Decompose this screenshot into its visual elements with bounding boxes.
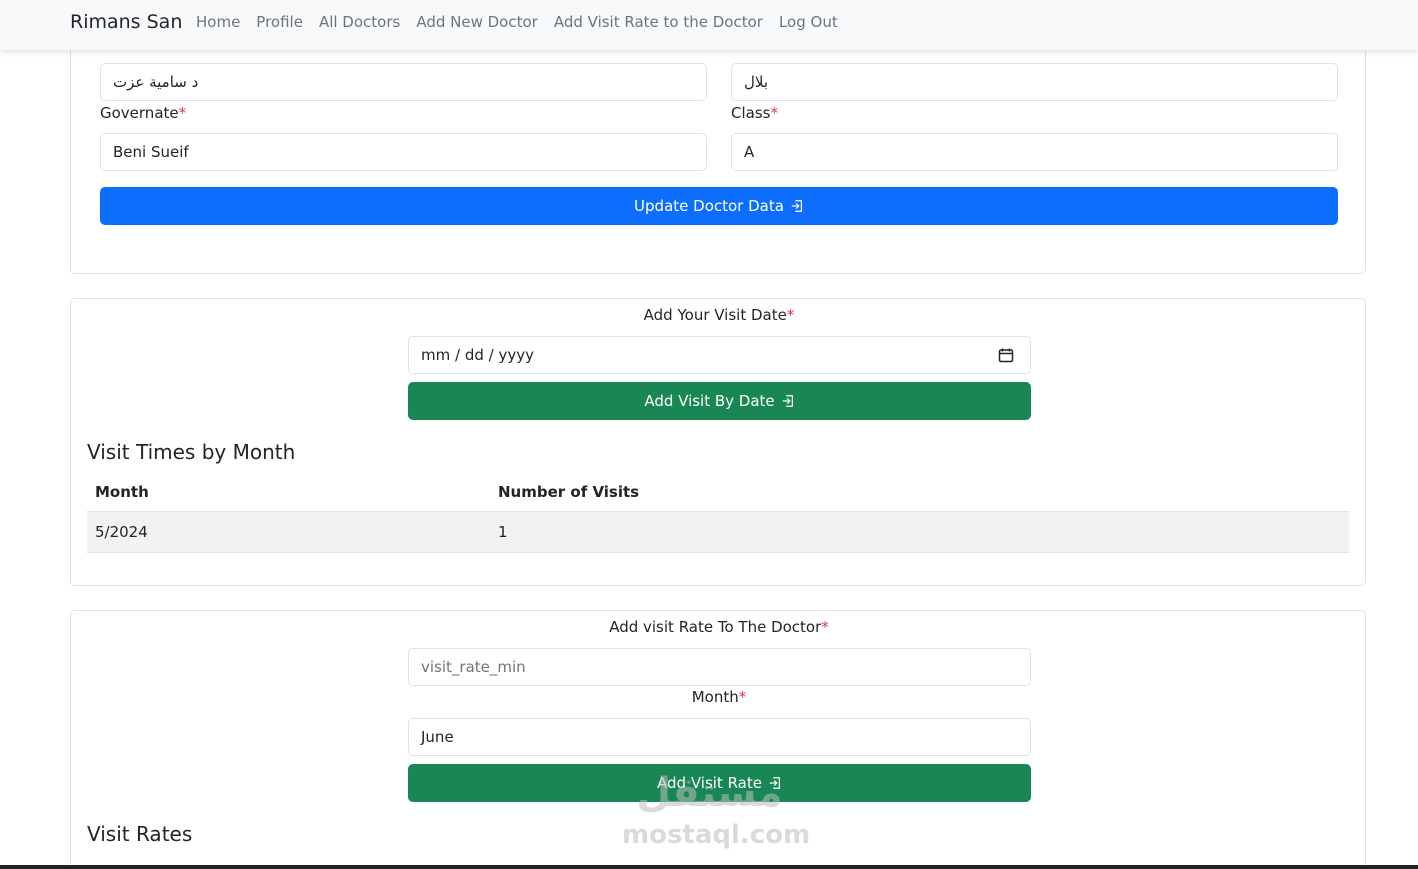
nav-link-add-visit-rate[interactable]: Add Visit Rate to the Doctor (554, 13, 763, 31)
visit-date-placeholder: mm / dd / yyyy (421, 346, 534, 364)
add-visit-button[interactable]: Add Visit By Date (408, 382, 1031, 420)
column-header-month: Month (95, 483, 149, 501)
cell-month: 5/2024 (95, 523, 148, 541)
cell-visits: 1 (498, 523, 508, 541)
nav-link-all-doctors[interactable]: All Doctors (319, 13, 400, 31)
bottom-bar (0, 865, 1418, 869)
table-row: 5/2024 1 (87, 512, 1349, 553)
table-header: Month Number of Visits (87, 472, 1349, 512)
nav-link-home[interactable]: Home (196, 13, 240, 31)
update-doctor-label: Update Doctor Data (634, 197, 784, 215)
month-input[interactable]: June (408, 718, 1031, 756)
nav-link-log-out[interactable]: Log Out (779, 13, 838, 31)
visit-rate-card: Add visit Rate To The Doctor* visit_rate… (70, 610, 1366, 869)
navbar: Rimans San Home Profile All Doctors Add … (0, 0, 1418, 50)
doctor-name-input[interactable]: د سامية عزت (100, 63, 707, 101)
brand[interactable]: Rimans San (70, 11, 182, 33)
governate-input[interactable]: Beni Sueif (100, 133, 707, 171)
calendar-icon[interactable] (998, 347, 1014, 363)
nav-links: Home Profile All Doctors Add New Doctor … (196, 13, 838, 31)
visit-date-input[interactable]: mm / dd / yyyy (408, 336, 1031, 374)
add-visit-rate-button[interactable]: Add Visit Rate (408, 764, 1031, 802)
sign-in-icon (769, 777, 780, 789)
month-label: Month* (691, 688, 747, 706)
visit-times-title: Visit Times by Month (87, 440, 296, 464)
nav-link-profile[interactable]: Profile (256, 13, 303, 31)
class-input[interactable]: A (731, 133, 1338, 171)
add-visit-rate-label: Add Visit Rate (657, 774, 762, 792)
sign-in-icon (782, 395, 793, 407)
sign-in-icon (791, 200, 802, 212)
visit-rates-title: Visit Rates (87, 822, 193, 846)
governate-label: Governate* (100, 104, 187, 122)
column-header-visits: Number of Visits (498, 483, 640, 501)
class-label: Class* (731, 104, 778, 122)
visit-date-card: Add Your Visit Date* mm / dd / yyyy Add … (70, 298, 1366, 586)
doctor-area-input[interactable]: بلال (731, 63, 1338, 101)
visit-date-label: Add Your Visit Date* (643, 306, 795, 324)
visit-rate-label: Add visit Rate To The Doctor* (609, 618, 829, 636)
update-doctor-button[interactable]: Update Doctor Data (100, 187, 1338, 225)
visit-times-table: Month Number of Visits 5/2024 1 (87, 472, 1349, 553)
doctor-form-card: د سامية عزت بلال Governate* Class* Beni … (70, 30, 1366, 274)
add-visit-label: Add Visit By Date (644, 392, 775, 410)
nav-link-add-new-doctor[interactable]: Add New Doctor (416, 13, 538, 31)
visit-rate-input[interactable]: visit_rate_min (408, 648, 1031, 686)
